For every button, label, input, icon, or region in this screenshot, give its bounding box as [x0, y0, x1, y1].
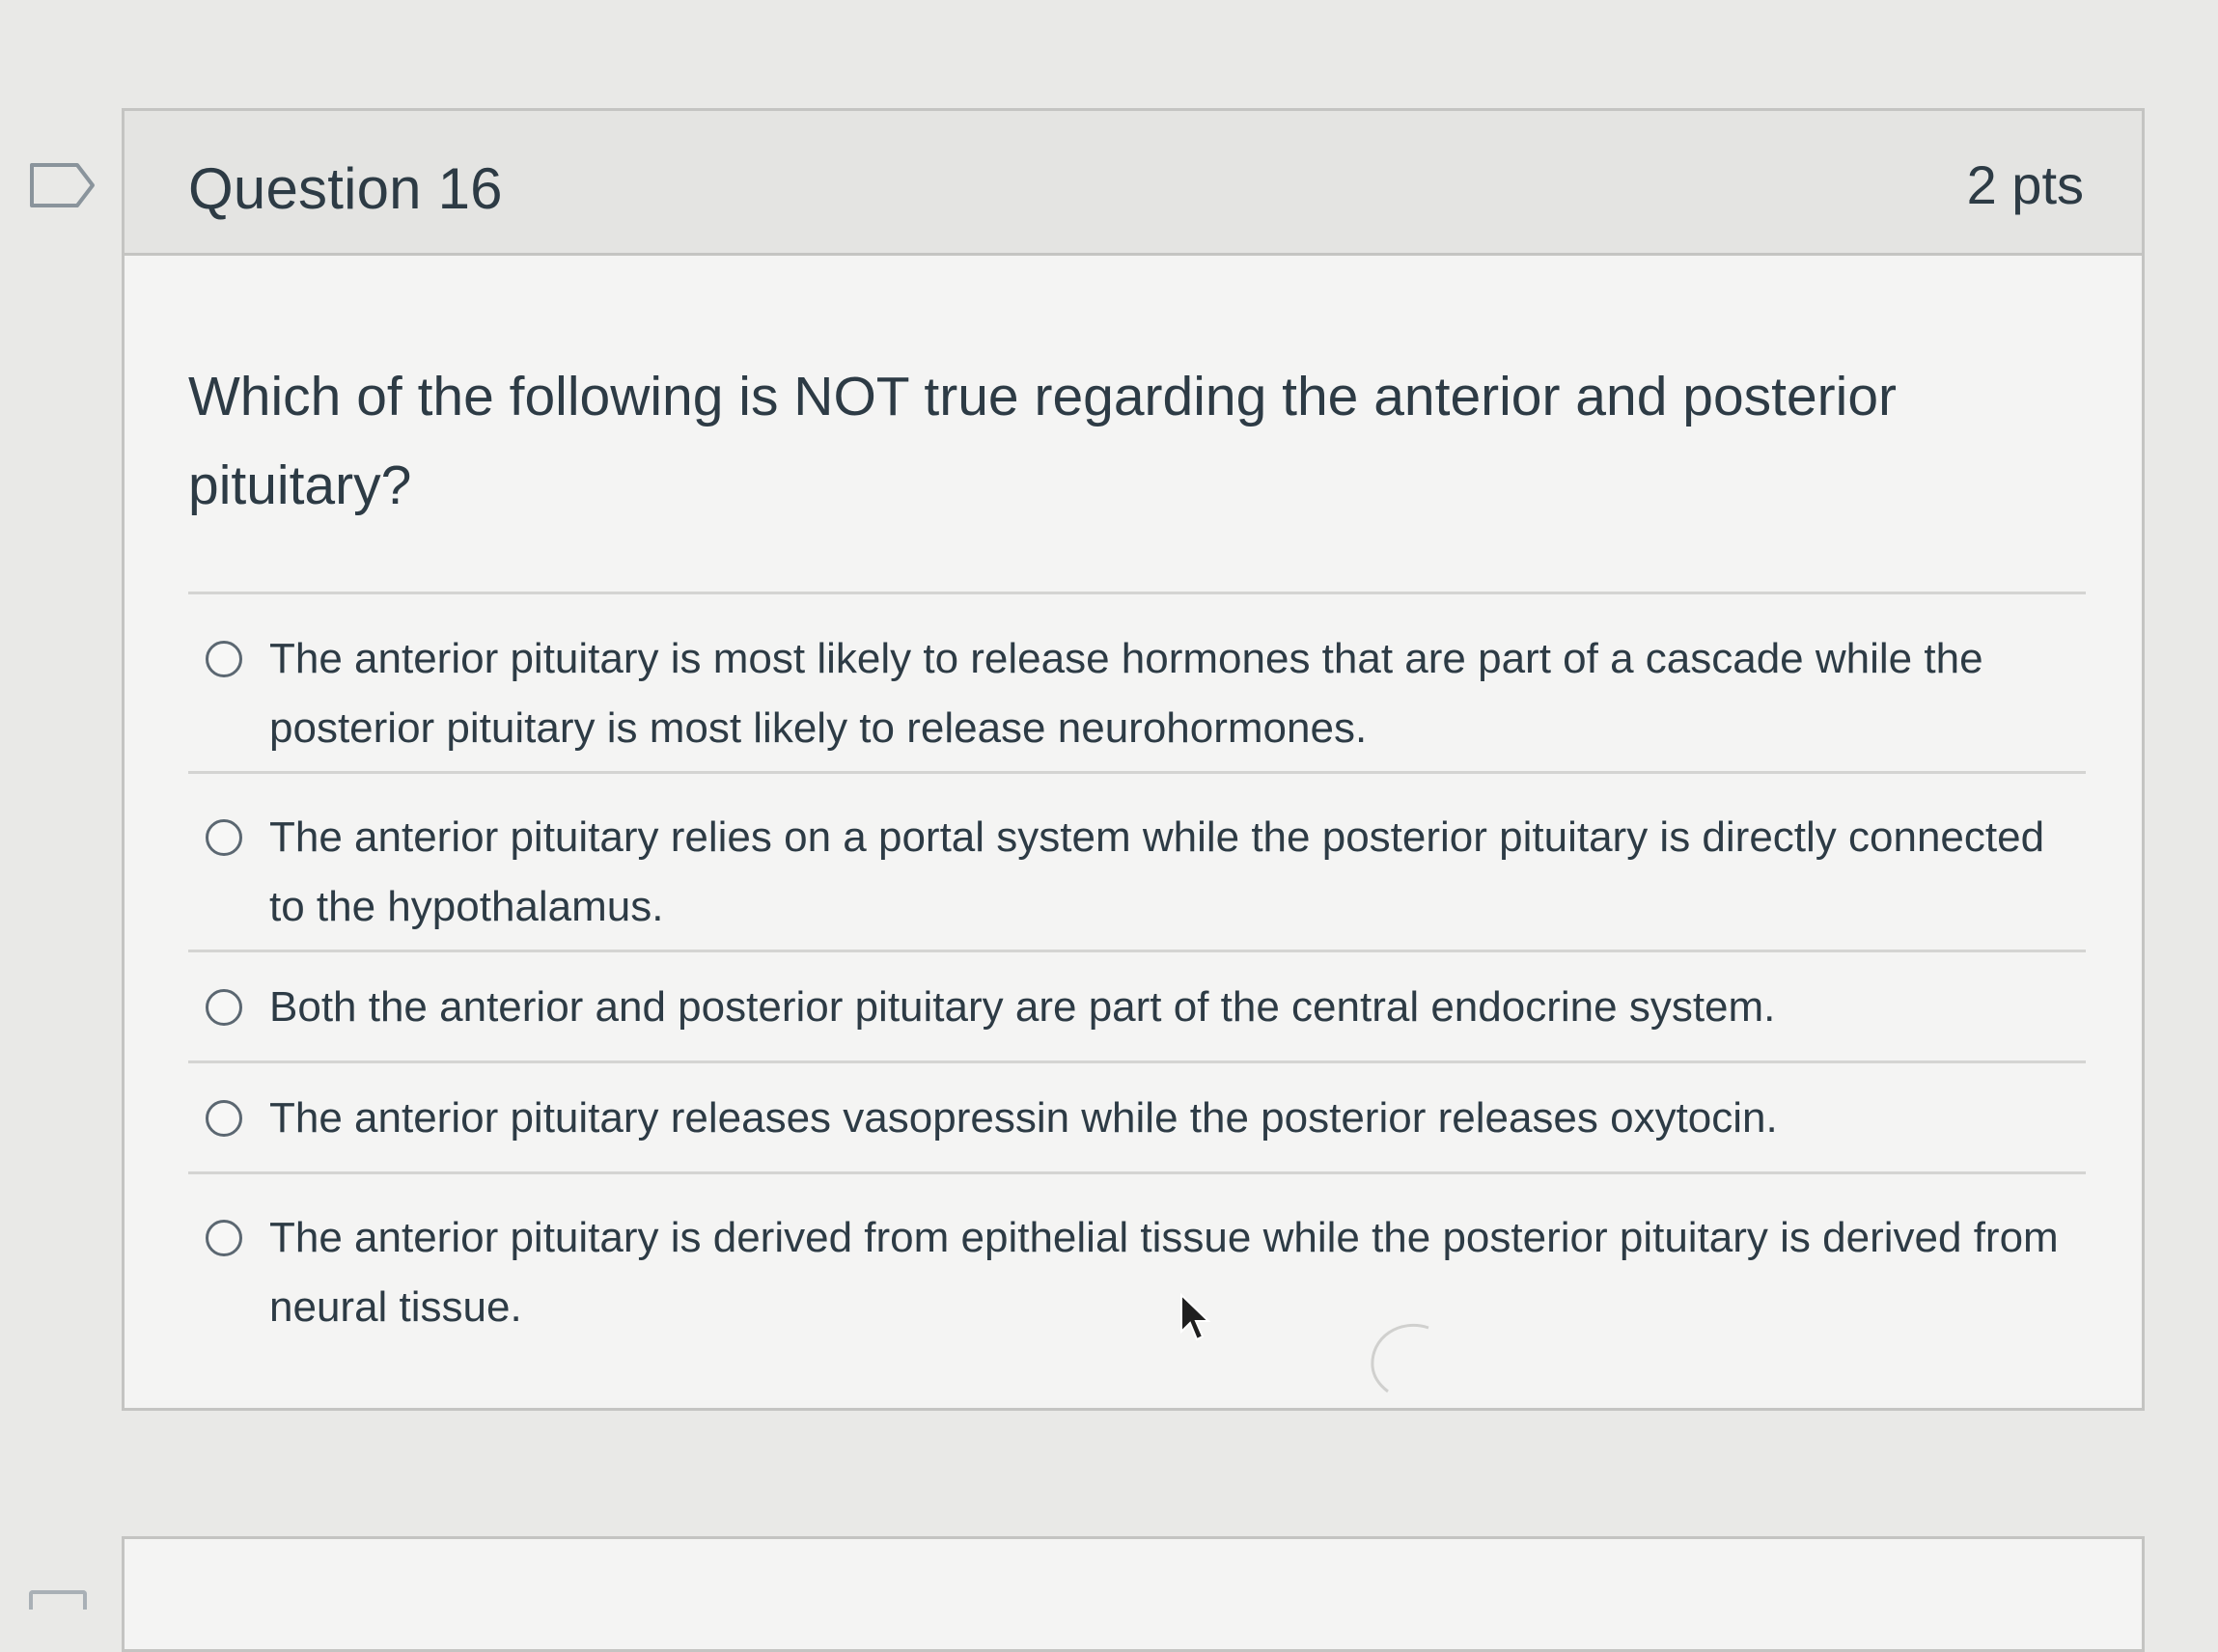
answer-label[interactable]: Both the anterior and posterior pituitar…	[269, 973, 2066, 1042]
question-points: 2 pts	[1966, 154, 2084, 215]
question-header: Question 16 2 pts	[125, 111, 2142, 256]
question-card: Question 16 2 pts Which of the following…	[122, 108, 2145, 1411]
answer-option[interactable]: The anterior pituitary releases vasopres…	[188, 1063, 2086, 1174]
radio-button[interactable]	[206, 989, 242, 1026]
answer-label[interactable]: The anterior pituitary is derived from e…	[269, 1203, 2066, 1342]
mouse-pointer-icon	[1180, 1293, 1211, 1341]
answer-label[interactable]: The anterior pituitary is most likely to…	[269, 624, 2066, 763]
bookmark-flag-icon[interactable]	[29, 162, 97, 208]
answer-label[interactable]: The anterior pituitary releases vasopres…	[269, 1084, 2066, 1153]
next-bookmark-flag-icon[interactable]	[29, 1590, 87, 1610]
answer-option[interactable]: The anterior pituitary is most likely to…	[188, 595, 2086, 774]
answer-list: The anterior pituitary is most likely to…	[188, 595, 2086, 1358]
answer-option[interactable]: The anterior pituitary is derived from e…	[188, 1174, 2086, 1358]
answer-option[interactable]: The anterior pituitary relies on a porta…	[188, 774, 2086, 952]
screen-reflection-mark	[1371, 1323, 1429, 1393]
question-divider	[188, 592, 2086, 594]
radio-button[interactable]	[206, 1220, 242, 1256]
radio-button[interactable]	[206, 1100, 242, 1137]
radio-button[interactable]	[206, 819, 242, 856]
question-title: Question 16	[188, 156, 503, 221]
answer-option[interactable]: Both the anterior and posterior pituitar…	[188, 952, 2086, 1063]
next-question-card	[122, 1536, 2145, 1652]
question-text: Which of the following is NOT true regar…	[188, 366, 1898, 516]
answer-label[interactable]: The anterior pituitary relies on a porta…	[269, 803, 2066, 942]
radio-button[interactable]	[206, 641, 242, 677]
